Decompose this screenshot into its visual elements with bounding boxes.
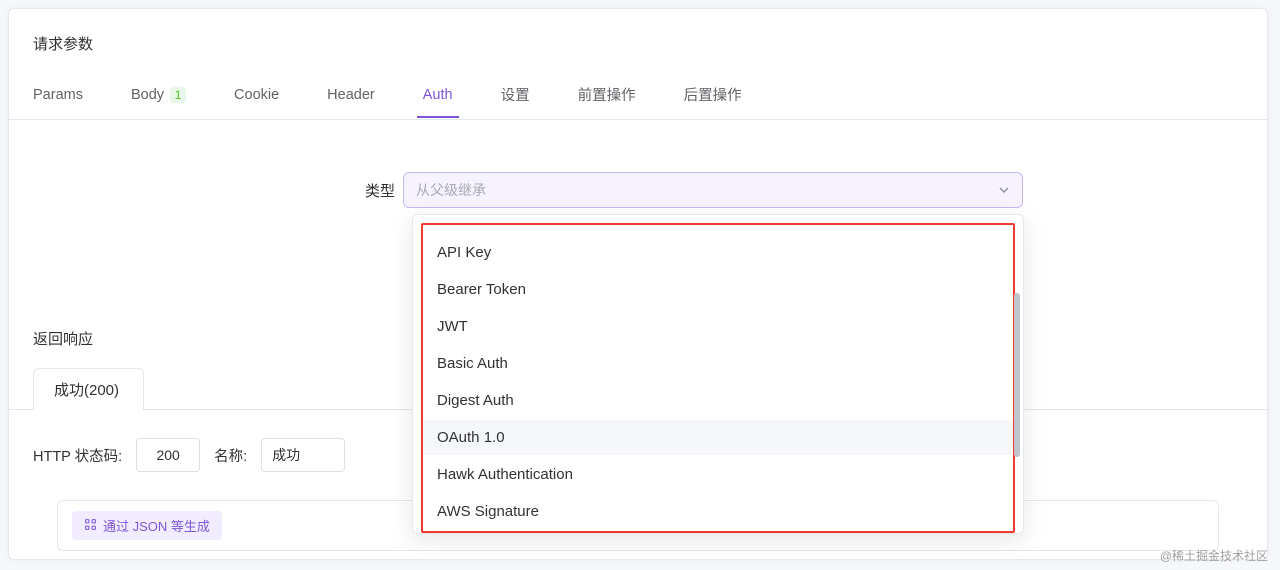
generate-by-json-button[interactable]: 通过 JSON 等生成 — [72, 511, 222, 540]
generate-by-json-label: 通过 JSON 等生成 — [103, 516, 210, 535]
tab-cookie[interactable]: Cookie — [234, 77, 279, 117]
auth-type-label: 类型 — [327, 180, 395, 201]
option-basic-auth[interactable]: Basic Auth — [423, 346, 1013, 381]
tab-header[interactable]: Header — [327, 77, 375, 117]
watermark: @稀土掘金技术社区 — [1160, 547, 1268, 564]
option-jwt[interactable]: JWT — [423, 309, 1013, 344]
dropdown-highlight-box: API Key Bearer Token JWT Basic Auth Dige… — [421, 223, 1015, 533]
http-status-label: HTTP 状态码: — [33, 445, 122, 466]
chevron-down-icon — [998, 184, 1010, 196]
tab-params[interactable]: Params — [33, 77, 83, 117]
panel: 请求参数 Params Body 1 Cookie Header Auth 设置… — [8, 8, 1268, 560]
tab-auth[interactable]: Auth — [423, 77, 453, 117]
option-hawk-auth[interactable]: Hawk Authentication — [423, 457, 1013, 492]
option-api-key[interactable]: API Key — [423, 235, 1013, 270]
tab-label: 后置操作 — [684, 84, 742, 105]
tab-body[interactable]: Body 1 — [131, 77, 186, 117]
tab-label: Header — [327, 87, 375, 103]
tab-label: 设置 — [501, 84, 530, 105]
http-status-input[interactable] — [136, 438, 200, 472]
tab-label: 前置操作 — [578, 84, 636, 105]
option-oauth-1-0[interactable]: OAuth 1.0 — [423, 420, 1013, 455]
response-tab-success[interactable]: 成功(200) — [33, 368, 144, 410]
auth-type-placeholder: 从父级继承 — [416, 180, 486, 200]
response-name-input[interactable] — [261, 438, 345, 472]
auth-type-row: 类型 从父级继承 — [9, 172, 1267, 208]
tab-label: Auth — [423, 87, 453, 103]
option-bearer-token[interactable]: Bearer Token — [423, 272, 1013, 307]
dropdown-scrollbar-thumb[interactable] — [1014, 293, 1020, 457]
response-name-label: 名称: — [214, 445, 247, 466]
request-params-title: 请求参数 — [9, 9, 1267, 62]
request-tabs: Params Body 1 Cookie Header Auth 设置 前置操作… — [9, 74, 1267, 120]
tab-settings[interactable]: 设置 — [501, 74, 530, 119]
option-digest-auth[interactable]: Digest Auth — [423, 383, 1013, 418]
tab-label: Body — [131, 87, 164, 103]
auth-type-select[interactable]: 从父级继承 — [403, 172, 1023, 208]
tab-post-ops[interactable]: 后置操作 — [684, 74, 742, 119]
option-aws-signature[interactable]: AWS Signature — [423, 494, 1013, 529]
tab-body-badge: 1 — [170, 87, 186, 103]
sparkle-icon — [84, 518, 97, 534]
tab-label: Cookie — [234, 87, 279, 103]
auth-type-dropdown: API Key Bearer Token JWT Basic Auth Dige… — [412, 214, 1024, 534]
tab-label: Params — [33, 87, 83, 103]
tab-pre-ops[interactable]: 前置操作 — [578, 74, 636, 119]
